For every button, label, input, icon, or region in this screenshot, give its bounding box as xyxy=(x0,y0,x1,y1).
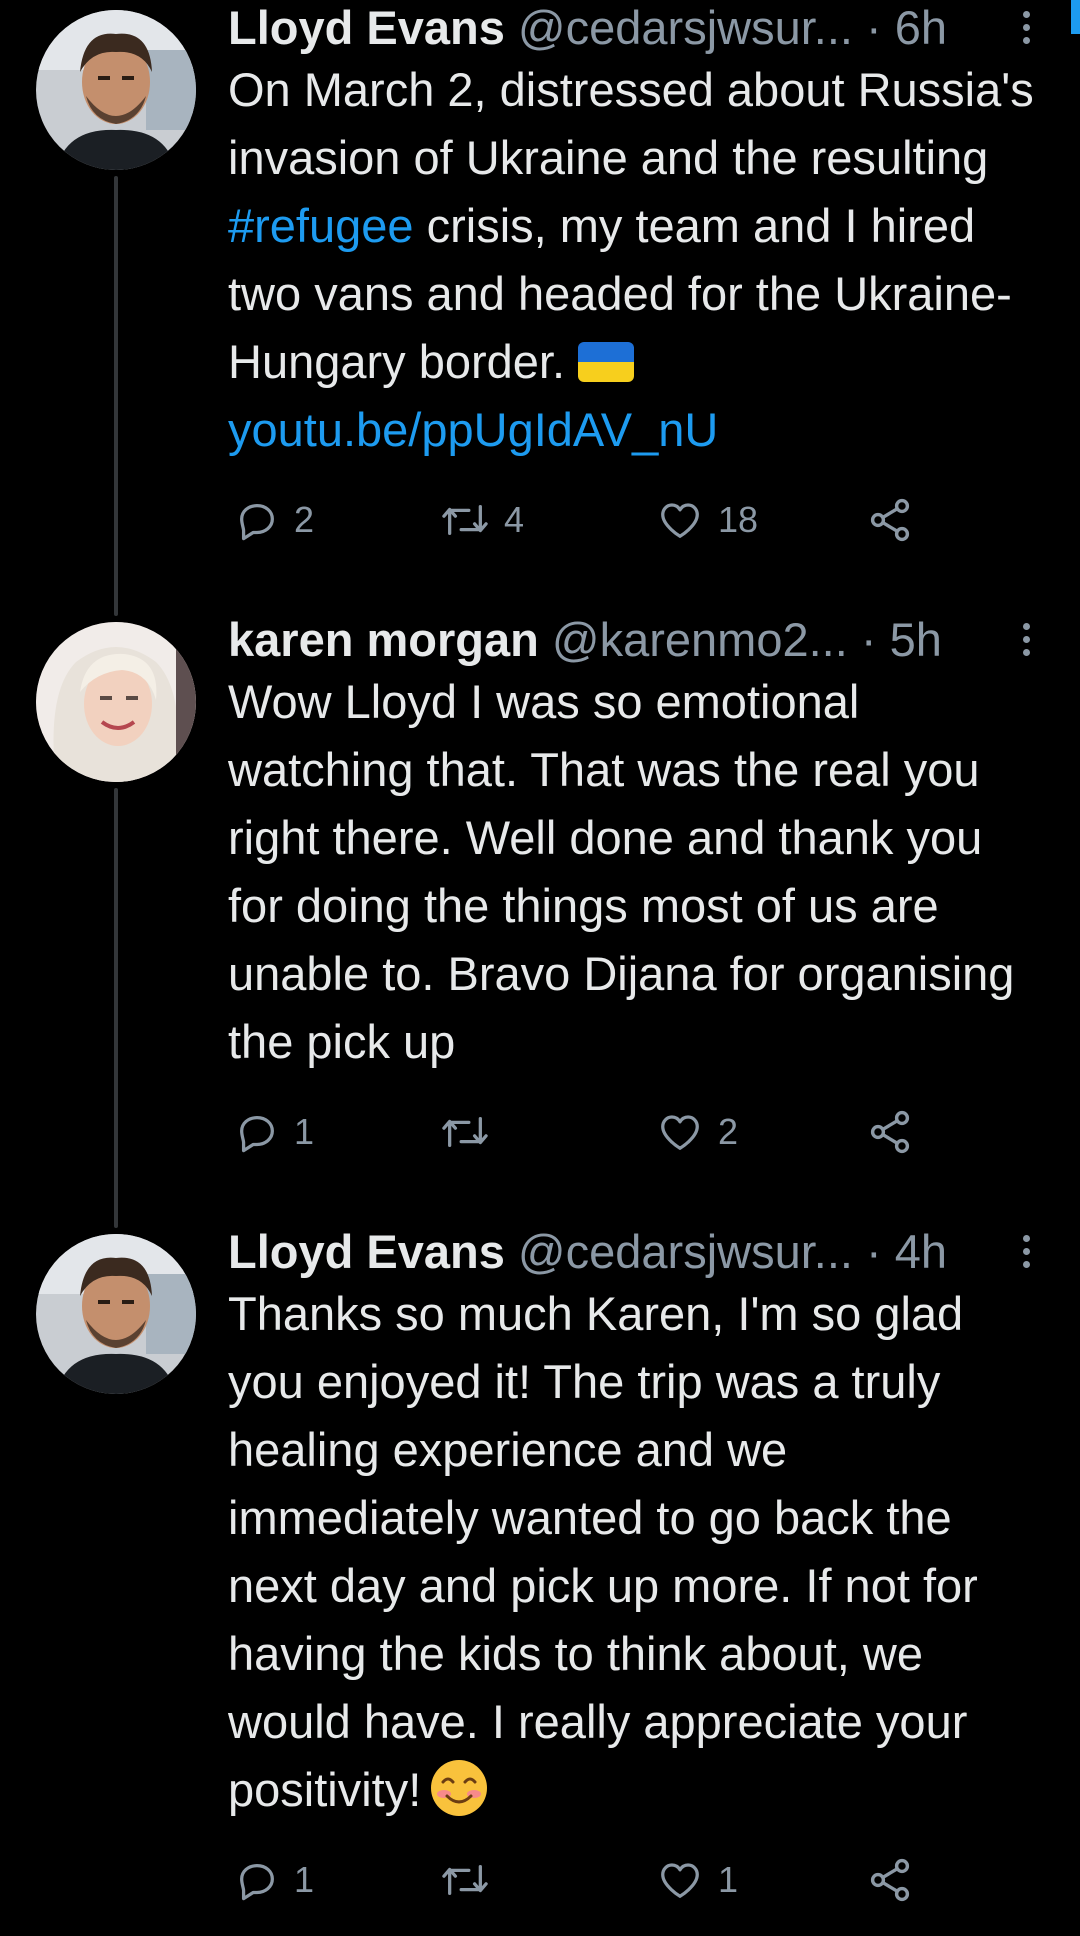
reply-icon xyxy=(240,1115,274,1153)
retweet-count: 4 xyxy=(504,499,525,540)
like-count: 18 xyxy=(718,499,759,540)
author-name[interactable]: karen morgan xyxy=(228,613,539,666)
timestamp[interactable]: 6h xyxy=(895,1,947,54)
share-icon xyxy=(870,1110,910,1154)
separator: · xyxy=(866,1,882,54)
retweet-icon xyxy=(442,1864,488,1896)
retweet-icon xyxy=(442,1116,488,1148)
tweet-actions: 1 2 xyxy=(228,1102,1038,1162)
more-vertical-icon[interactable] xyxy=(1014,620,1038,660)
retweet-icon xyxy=(442,504,488,536)
more-vertical-icon[interactable] xyxy=(1014,8,1038,48)
reply-count: 1 xyxy=(294,1111,315,1152)
reply-icon xyxy=(240,1863,274,1901)
author-handle[interactable]: @cedarsjwsur... xyxy=(518,1,853,54)
tweet-text-part: On March 2, distressed about Russia's in… xyxy=(228,63,1034,184)
author-name[interactable]: Lloyd Evans xyxy=(228,1,505,54)
smiling-face-with-blush-emoji xyxy=(431,1760,488,1816)
heart-icon xyxy=(661,503,699,538)
reply-button[interactable]: 1 xyxy=(234,1102,314,1162)
tweet-header: Lloyd Evans @cedarsjwsur... · 4h xyxy=(228,1224,1038,1280)
share-icon xyxy=(870,498,910,542)
tweet-text: On March 2, distressed about Russia's in… xyxy=(228,56,1038,464)
share-button[interactable] xyxy=(866,1102,914,1162)
author-handle[interactable]: @karenmo2... xyxy=(552,613,848,666)
ukraine-flag-emoji xyxy=(578,342,635,382)
like-count: 1 xyxy=(718,1859,739,1900)
tweet-actions: 2 4 18 xyxy=(228,490,1038,550)
tweet[interactable]: Lloyd Evans @cedarsjwsur... · 4h Thanks … xyxy=(0,1224,1080,1924)
separator: · xyxy=(866,1225,882,1278)
avatar[interactable] xyxy=(36,10,196,170)
more-vertical-icon[interactable] xyxy=(1014,1232,1038,1272)
heart-icon xyxy=(661,1863,699,1898)
timestamp[interactable]: 4h xyxy=(895,1225,947,1278)
like-count: 2 xyxy=(718,1111,739,1152)
tweet[interactable]: karen morgan @karenmo2... · 5h Wow Lloyd… xyxy=(0,612,1080,1212)
tweet-text: Thanks so much Karen, I'm so glad you en… xyxy=(228,1280,1038,1824)
like-button[interactable]: 2 xyxy=(656,1102,738,1162)
reply-count: 2 xyxy=(294,499,315,540)
url-link[interactable]: youtu.be/ppUgIdAV_nU xyxy=(228,403,718,456)
author-name[interactable]: Lloyd Evans xyxy=(228,1225,505,1278)
tweet-header: karen morgan @karenmo2... · 5h xyxy=(228,612,1038,668)
author-handle[interactable]: @cedarsjwsur... xyxy=(518,1225,853,1278)
hashtag-link[interactable]: #refugee xyxy=(228,199,414,252)
share-icon xyxy=(870,1858,910,1902)
reply-count: 1 xyxy=(294,1859,315,1900)
separator: · xyxy=(860,613,877,666)
reply-button[interactable]: 1 xyxy=(234,1850,314,1910)
tweet-text-part: Thanks so much Karen, I'm so glad you en… xyxy=(228,1287,978,1816)
avatar[interactable] xyxy=(36,622,196,782)
timestamp[interactable]: 5h xyxy=(890,613,942,666)
share-button[interactable] xyxy=(866,490,914,550)
tweet-header: Lloyd Evans @cedarsjwsur... · 6h xyxy=(228,0,1038,56)
share-button[interactable] xyxy=(866,1850,914,1910)
avatar[interactable] xyxy=(36,1234,196,1394)
like-button[interactable]: 1 xyxy=(656,1850,738,1910)
retweet-button[interactable]: 4 xyxy=(440,490,524,550)
tweet-actions: 1 1 xyxy=(228,1850,1038,1910)
tweet-text: Wow Lloyd I was so emotional watching th… xyxy=(228,675,1015,1068)
reply-icon xyxy=(240,503,274,541)
retweet-button[interactable] xyxy=(440,1102,504,1162)
like-button[interactable]: 18 xyxy=(656,490,758,550)
heart-icon xyxy=(661,1115,699,1150)
reply-button[interactable]: 2 xyxy=(234,490,314,550)
retweet-button[interactable] xyxy=(440,1850,504,1910)
tweet[interactable]: Lloyd Evans @cedarsjwsur... · 6h On Marc… xyxy=(0,0,1080,600)
